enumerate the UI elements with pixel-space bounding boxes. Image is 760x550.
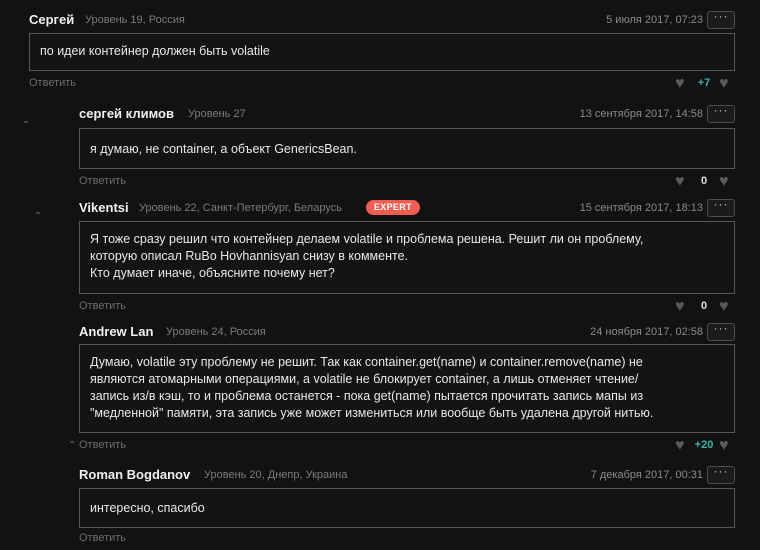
author-meta: Уровень 20, Днепр, Украина bbox=[204, 469, 348, 481]
comment-date: 24 ноября 2017, 02:58 bbox=[590, 326, 703, 338]
comment-5: Roman Bogdanov Уровень 20, Днепр, Украин… bbox=[79, 465, 735, 550]
comment-body: Я тоже сразу решил что контейнер делаем … bbox=[79, 221, 735, 294]
author-meta: Уровень 19, Россия bbox=[85, 14, 185, 26]
reply-link[interactable]: Ответить bbox=[79, 300, 126, 312]
author-meta: Уровень 22, Санкт-Петербург, Беларусь bbox=[139, 202, 342, 214]
comment-3: Vikentsi Уровень 22, Санкт-Петербург, Бе… bbox=[79, 198, 735, 316]
comment-body: по идеи контейнер должен быть volatile bbox=[29, 33, 735, 71]
comment-date: 5 июля 2017, 07:23 bbox=[606, 14, 703, 26]
author-meta: Уровень 24, Россия bbox=[166, 326, 266, 338]
comment-2: сергей климов Уровень 27 13 сентября 201… bbox=[79, 104, 735, 191]
heart-down-icon[interactable]: ♥ bbox=[675, 76, 685, 92]
vote-score: +7 bbox=[697, 77, 711, 89]
comment-date: 15 сентября 2017, 18:13 bbox=[579, 202, 703, 214]
comment-text-line: по идеи контейнер должен быть volatile bbox=[40, 44, 270, 58]
vote-score: 0 bbox=[700, 300, 708, 312]
more-options-button[interactable]: ··· bbox=[707, 104, 735, 123]
comment-text-line: я думаю, не container, а объект Generics… bbox=[90, 142, 357, 156]
decorative-dash bbox=[36, 212, 40, 214]
comment-author[interactable]: Сергей bbox=[29, 12, 74, 27]
reply-link[interactable]: Ответить bbox=[29, 77, 76, 89]
heart-up-icon[interactable]: ♥ bbox=[719, 438, 729, 454]
heart-down-icon[interactable]: ♥ bbox=[675, 174, 685, 190]
decorative-dash bbox=[24, 121, 28, 123]
comment-text-line: которую описал RuBo Hovhannisyan снизу в… bbox=[90, 249, 409, 263]
reply-link[interactable]: Ответить bbox=[79, 175, 126, 187]
heart-down-icon[interactable]: ♥ bbox=[675, 299, 685, 315]
vote-widget: ♥ +20 ♥ bbox=[675, 438, 735, 454]
comment-body: Думаю, volatile эту проблему не решит. Т… bbox=[79, 344, 735, 433]
reply-link[interactable]: Ответить bbox=[79, 532, 126, 544]
comment-text-line: интересно, спасибо bbox=[90, 501, 205, 515]
more-options-button[interactable]: ··· bbox=[707, 322, 735, 341]
comment-text-line: запись из/в кэш, то и проблема останется… bbox=[90, 389, 644, 403]
more-options-button[interactable]: ··· bbox=[707, 10, 735, 29]
heart-up-icon[interactable]: ♥ bbox=[719, 76, 729, 92]
decorative-dash bbox=[70, 441, 74, 443]
comment-text-line: Я тоже сразу решил что контейнер делаем … bbox=[90, 232, 644, 246]
comment-1: Сергей Уровень 19, Россия 5 июля 2017, 0… bbox=[29, 10, 735, 93]
comment-date: 13 сентября 2017, 14:58 bbox=[579, 108, 703, 120]
heart-up-icon[interactable]: ♥ bbox=[719, 174, 729, 190]
comment-text-line: Кто думает иначе, объясните почему нет? bbox=[90, 266, 335, 280]
comment-author[interactable]: Vikentsi bbox=[79, 200, 129, 215]
vote-score: 0 bbox=[700, 175, 708, 187]
comment-author[interactable]: Roman Bogdanov bbox=[79, 467, 190, 482]
comment-4: Andrew Lan Уровень 24, Россия 24 ноября … bbox=[79, 322, 735, 455]
comment-text-line: Думаю, volatile эту проблему не решит. Т… bbox=[90, 355, 643, 369]
vote-widget: ♥ +7 ♥ bbox=[675, 76, 735, 92]
vote-widget: ♥ 0 ♥ bbox=[675, 174, 735, 190]
comment-body: я думаю, не container, а объект Generics… bbox=[79, 128, 735, 169]
comment-author[interactable]: сергей климов bbox=[79, 106, 174, 121]
comment-body: интересно, спасибо bbox=[79, 488, 735, 528]
heart-up-icon[interactable]: ♥ bbox=[719, 299, 729, 315]
comment-text-line: являются атомарными операциями, а volati… bbox=[90, 372, 639, 386]
comment-date: 7 декабря 2017, 00:31 bbox=[590, 469, 703, 481]
reply-link[interactable]: Ответить bbox=[79, 439, 126, 451]
heart-down-icon[interactable]: ♥ bbox=[675, 438, 685, 454]
vote-score: +20 bbox=[694, 439, 714, 451]
comment-text-line: "медленной" памяти, эта запись уже может… bbox=[90, 406, 654, 420]
vote-widget: ♥ 0 ♥ bbox=[675, 299, 735, 315]
author-meta: Уровень 27 bbox=[188, 108, 246, 120]
expert-badge: EXPERT bbox=[366, 200, 420, 215]
more-options-button[interactable]: ··· bbox=[707, 198, 735, 217]
more-options-button[interactable]: ··· bbox=[707, 465, 735, 484]
comment-author[interactable]: Andrew Lan bbox=[79, 324, 153, 339]
